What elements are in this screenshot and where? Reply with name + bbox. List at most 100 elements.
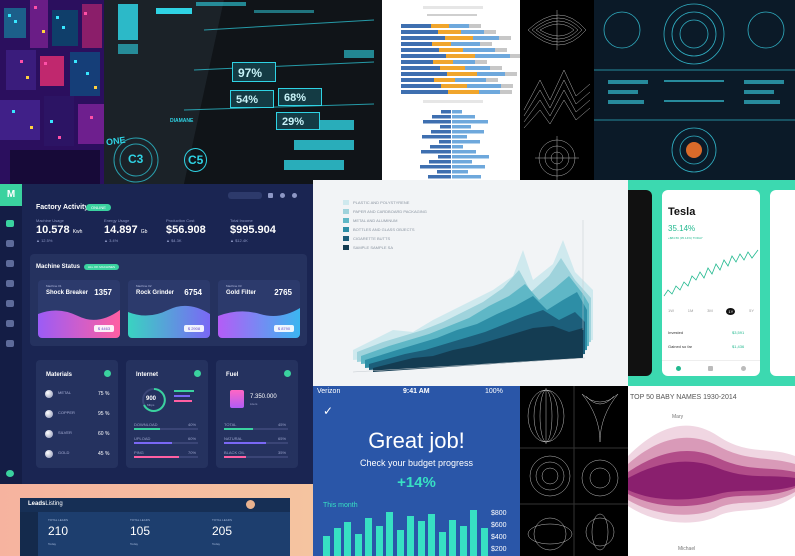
pyramid-bar-left (439, 140, 451, 144)
budget-bar (428, 514, 435, 556)
machine-card-2[interactable]: Machine 02 Rock Grinder 6754 $ 2908 (128, 280, 210, 338)
internet-add-icon[interactable] (194, 370, 201, 377)
internet-row-2-pct: 60% (188, 436, 197, 441)
pyramid-bar-right (452, 165, 485, 169)
internet-gauge-value: 900 (146, 396, 157, 402)
sidebar-status-icon[interactable] (6, 470, 14, 477)
sidebar-settings-icon[interactable] (6, 340, 14, 347)
pyramid-bar-right (452, 175, 481, 179)
sidebar-dashboard-icon[interactable] (6, 220, 14, 227)
pyramid-bar-right (452, 125, 471, 129)
pyramid-bar-left (422, 135, 451, 139)
lead-stat-1-sub: Today (48, 542, 57, 546)
range-tab-5y[interactable]: 5Y (749, 308, 754, 315)
leads-panel: LeadsListing TOTAL LEADS 210 Today TOTAL… (20, 498, 290, 556)
machine-3-sub: Machine 03 (226, 284, 242, 288)
pyramid-bar-right (452, 110, 462, 114)
range-tab-3m[interactable]: 3M (707, 308, 713, 315)
gained-value: $1,436 (732, 344, 745, 349)
pyramid-bar-left (431, 130, 451, 134)
stat-2-value: 14.897 Gb (104, 224, 148, 236)
lead-stat-2-sub: Today (130, 542, 139, 546)
stat-1-label: Machine Usage (36, 218, 64, 223)
tab-chat-icon[interactable] (741, 366, 747, 371)
report-bar-segment (463, 48, 495, 52)
pyramid-bar-left (428, 175, 451, 179)
leads-avatar[interactable] (246, 500, 255, 509)
budget-bar (344, 522, 351, 556)
axis-label-600: $600 (491, 522, 507, 529)
pyramid-bar-left (423, 120, 451, 124)
baby-names-tile: TOP 50 BABY NAMES 1930-2014 Mary Michael (628, 386, 795, 556)
tab-bar (662, 360, 760, 376)
budget-axis: $800 $600 $400 $200 (491, 508, 507, 556)
profile-icon[interactable] (292, 193, 297, 198)
budget-bar (417, 521, 425, 556)
check-icon[interactable]: ✓ (323, 404, 333, 418)
hud-readout-2-value: 54% (236, 94, 259, 106)
fuel-can-icon (230, 390, 244, 408)
stock-title: Tesla (668, 206, 696, 218)
report-bar-segment (431, 24, 449, 28)
mail-icon[interactable] (268, 193, 273, 198)
range-tab-1w[interactable]: 1W (668, 308, 674, 315)
report-bar-segment (438, 30, 461, 34)
budget-bar (480, 528, 488, 556)
budget-bar (375, 526, 383, 556)
stat-2-sub: ▲ 3.4% (104, 238, 119, 243)
report-bar-segment (401, 48, 439, 52)
stacked-bars-report-tile (383, 0, 520, 184)
pyramid-bar-right (452, 150, 476, 154)
machine-card-1[interactable]: Machine 01 Shock Breaker 1357 $ 4463 (38, 280, 120, 338)
machine-2-name: Rock Grinder (136, 290, 175, 296)
budget-bar (407, 516, 414, 556)
internet-row-2-bar (134, 442, 198, 444)
pyramid-bar-left (430, 145, 451, 149)
report-bar-segment (434, 78, 455, 82)
tab-home-icon[interactable] (708, 366, 714, 371)
stat-3-value: $56.908 (166, 224, 206, 236)
stat-3-sub: ▲ $4.3K (166, 238, 182, 243)
budget-bar (365, 518, 372, 556)
sidebar-folder-icon[interactable] (6, 320, 14, 327)
search-input[interactable] (228, 192, 262, 199)
range-tab-1m[interactable]: 1M (688, 308, 694, 315)
report-bar-segment (499, 36, 511, 40)
internet-row-1-pct: 40% (188, 422, 197, 427)
report-bar-segment (490, 66, 502, 70)
machine-3-button[interactable]: $ 8790 (274, 325, 294, 332)
stock-percent-sub: +$84.56 (35.14%) TODAY (668, 236, 703, 240)
budget-bar (333, 528, 341, 556)
report-bar-segment (495, 48, 507, 52)
status-battery: 100% (485, 388, 503, 395)
sidebar-globe-icon[interactable] (6, 300, 14, 307)
fuel-row-1-bar (224, 428, 288, 430)
pyramid-bar-left (437, 170, 451, 174)
bell-icon[interactable] (280, 193, 285, 198)
machine-card-3[interactable]: Machine 03 Gold Filter 2765 $ 8790 (218, 280, 300, 338)
dashboard-logo[interactable]: M (0, 184, 22, 206)
machine-1-value: 1357 (94, 288, 112, 297)
machine-2-button[interactable]: $ 2908 (184, 325, 204, 332)
hud-readout-3-value: 68% (284, 92, 307, 104)
machine-1-button[interactable]: $ 4463 (94, 325, 114, 332)
internet-row-3-label: PING (134, 450, 144, 455)
materials-title: Materials (46, 372, 73, 378)
sidebar-heart-icon[interactable] (6, 280, 14, 287)
sidebar-bell-icon[interactable] (6, 260, 14, 267)
budget-bar-chart (323, 508, 493, 556)
stat-4-sub: ▲ $12.4K (230, 238, 248, 243)
report-bar-segment (445, 36, 473, 40)
sidebar-user-icon[interactable] (6, 240, 14, 247)
materials-add-icon[interactable] (104, 370, 111, 377)
fuel-add-icon[interactable] (284, 370, 291, 377)
budget-bar (386, 512, 393, 556)
material-3-pct: 60 % (98, 431, 110, 437)
lead-stat-2-value: 105 (130, 524, 151, 538)
stat-1-value: 10.578 Kwh (36, 224, 83, 236)
tab-account-icon[interactable] (675, 366, 681, 371)
pyramid-bar-left (429, 160, 451, 164)
lead-stat-3-sub: Today (212, 542, 221, 546)
range-tab-1y[interactable]: 1Y (726, 308, 736, 315)
fuel-row-3-label: BLACK OIL (224, 450, 245, 455)
